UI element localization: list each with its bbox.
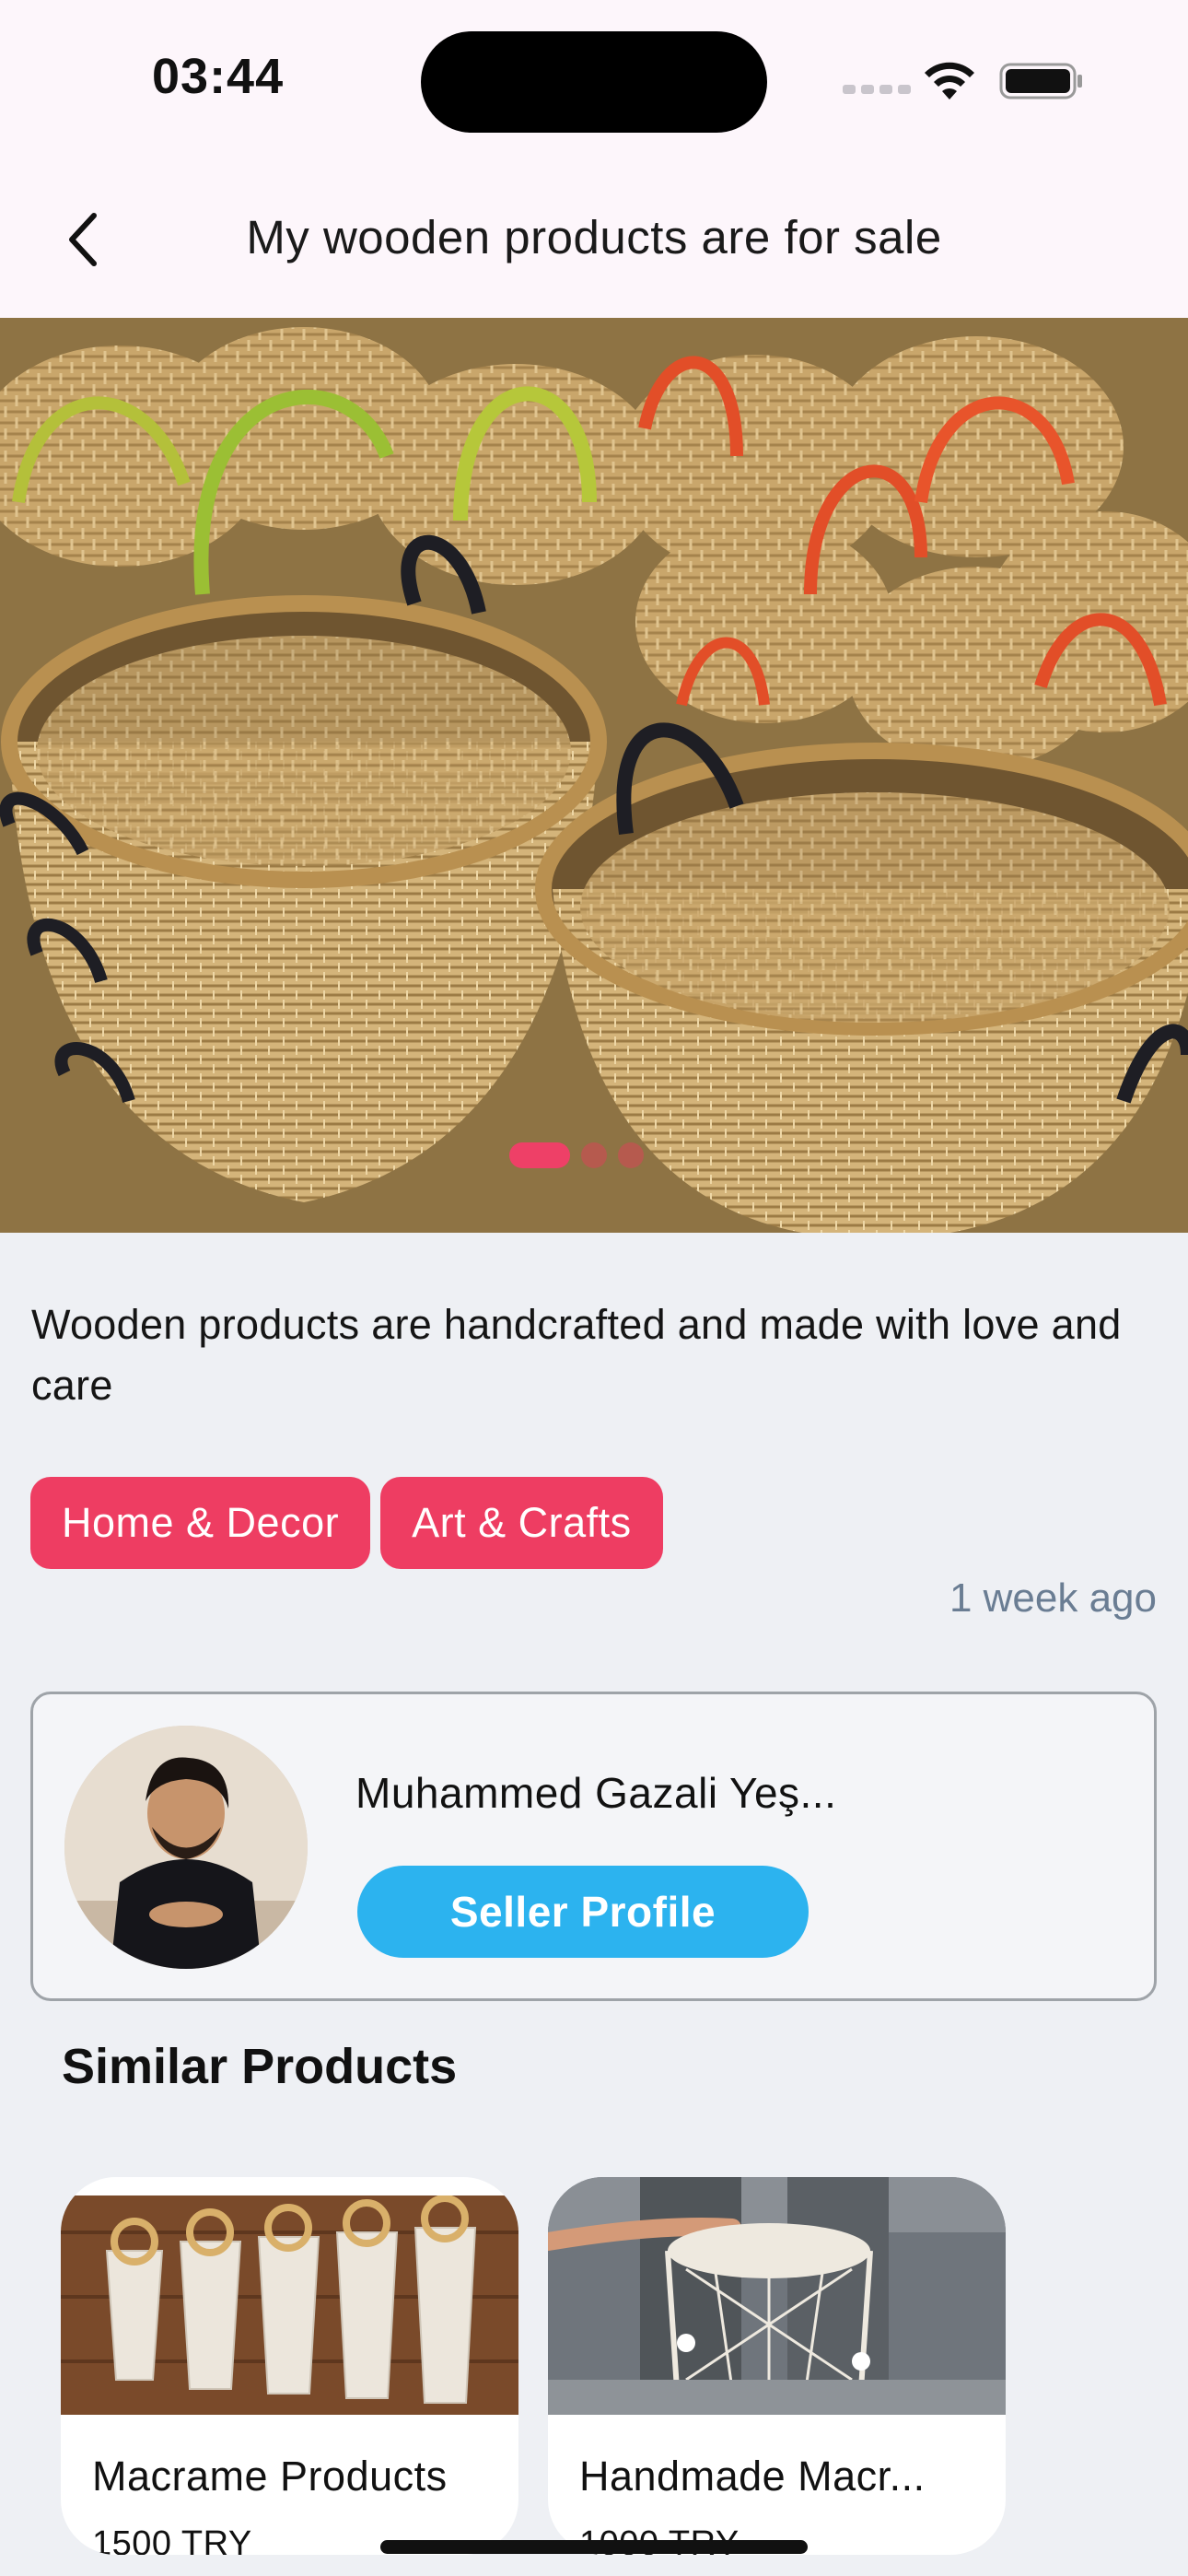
product-name: Handmade Macr... [579,2453,926,2500]
baskets-photo [0,318,1188,1233]
seller-photo [64,1726,308,1969]
product-description: Wooden products are handcrafted and made… [31,1301,1122,1409]
status-time: 03:44 [152,49,285,104]
battery-icon [999,63,1082,100]
wifi-icon [925,62,974,100]
product-price: 1500 TRY [92,2524,252,2555]
posted-time: 1 week ago [949,1575,1157,1621]
product-image [61,2195,518,2415]
product-name: Macrame Products [92,2453,448,2500]
product-image-carousel[interactable] [0,318,1188,1233]
page-title: My wooden products are for sale [246,211,942,263]
dynamic-island [421,31,767,133]
carousel-dot-active[interactable] [509,1142,570,1168]
section-title: Similar Products [62,2039,458,2094]
carousel-dot[interactable] [618,1142,644,1168]
product-card[interactable]: Macrame Products 1500 TRY [61,2177,518,2555]
tag-home-decor[interactable]: Home & Decor [30,1477,371,1569]
navigation-bar: My wooden products are for sale [0,175,1188,318]
home-indicator[interactable] [380,2540,808,2554]
status-bar: 03:44 [0,0,1188,175]
seller-avatar[interactable] [64,1726,308,1969]
category-tags: Home & Decor Art & Crafts [30,1477,663,1569]
product-card[interactable]: Handmade Macr... 1000 TRY [548,2177,1006,2555]
seller-profile-button[interactable]: Seller Profile [357,1866,809,1958]
product-image [548,2177,1006,2415]
carousel-dot[interactable] [581,1142,607,1168]
seller-name: Muhammed Gazali Yeş... [355,1769,837,1817]
seller-card: Muhammed Gazali Yeş... Seller Profile [30,1692,1157,2001]
tag-art-crafts[interactable]: Art & Crafts [380,1477,663,1569]
carousel-indicator [509,1142,644,1168]
